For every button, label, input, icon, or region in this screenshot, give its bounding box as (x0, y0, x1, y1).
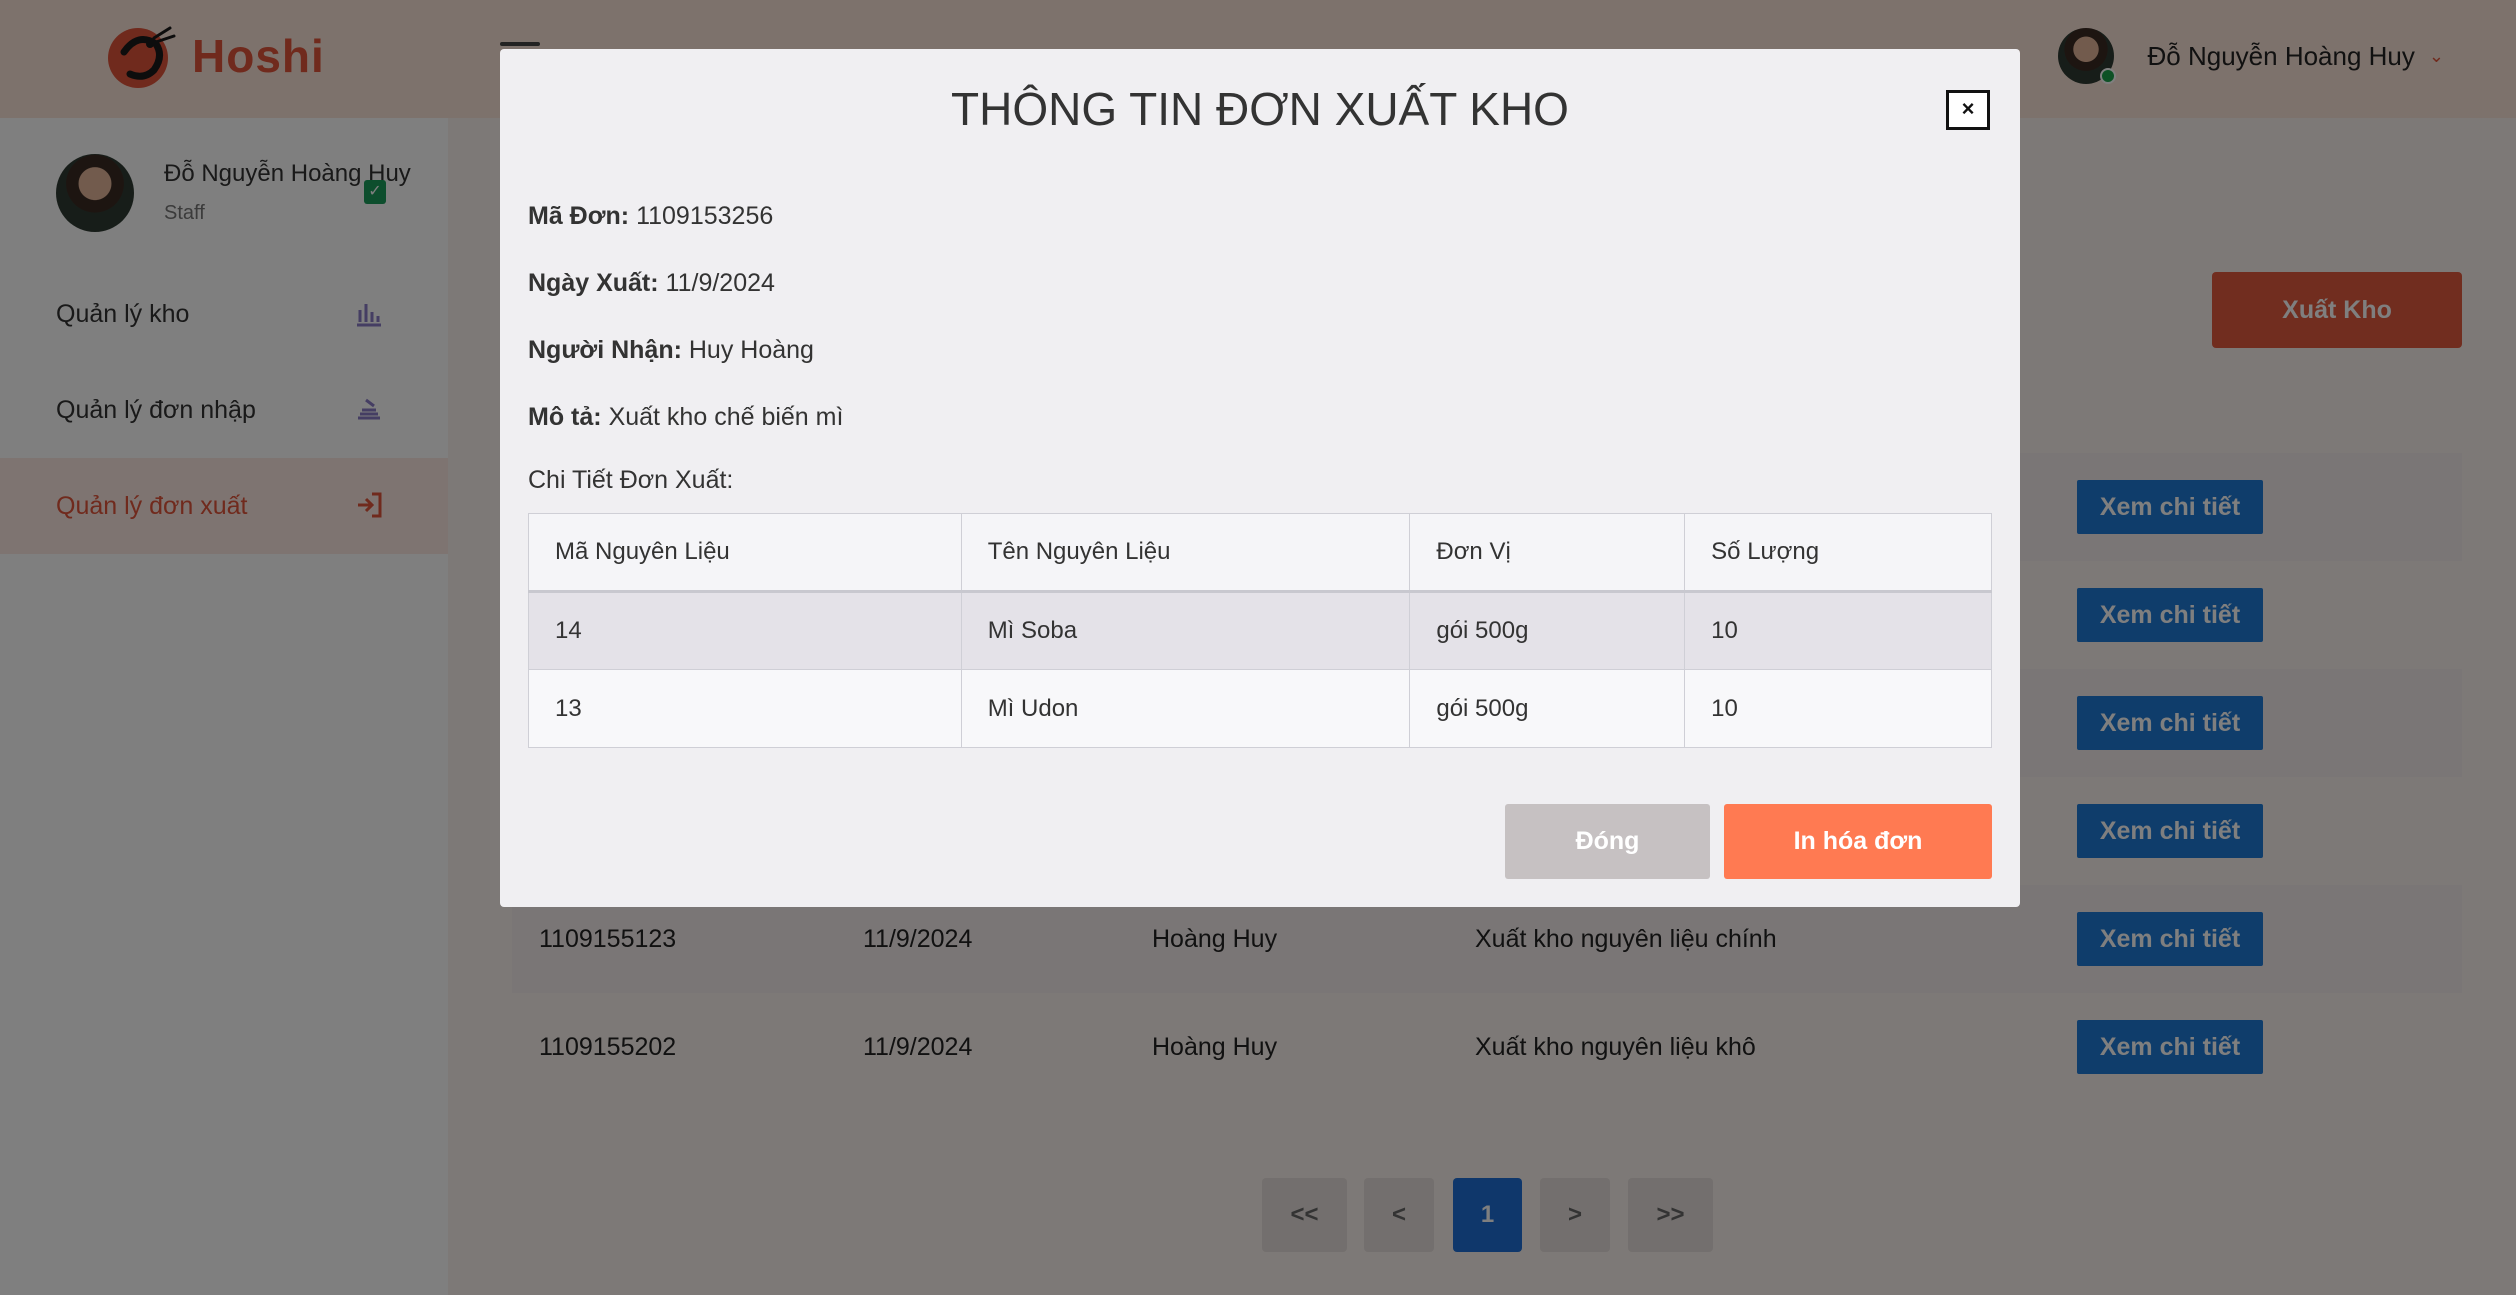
field-value: Xuất kho chế biến mì (608, 403, 844, 431)
table-cell: Mì Udon (960, 669, 1411, 748)
table-row: 13 Mì Udon gói 500g 10 (528, 669, 1992, 748)
table-cell: gói 500g (1409, 591, 1686, 670)
table-cell: 10 (1684, 591, 1992, 670)
table-header-row: Mã Nguyên Liệu Tên Nguyên Liệu Đơn Vị Số… (528, 513, 1992, 593)
export-order-modal: THÔNG TIN ĐƠN XUẤT KHO × Mã Đơn: 1109153… (500, 49, 2020, 907)
field-value: Huy Hoàng (688, 336, 814, 364)
table-row: 14 Mì Soba gói 500g 10 (528, 591, 1992, 670)
field-label: Mã Đơn: (528, 202, 630, 230)
column-header: Đơn Vị (1409, 513, 1686, 593)
close-button[interactable]: Đóng (1505, 804, 1710, 879)
field-label: Ngày Xuất: (528, 269, 659, 297)
detail-section-label: Chi Tiết Đơn Xuất: (528, 466, 734, 494)
column-header: Tên Nguyên Liệu (960, 513, 1411, 593)
table-cell: gói 500g (1409, 669, 1686, 748)
close-icon[interactable]: × (1946, 90, 1990, 130)
field-label: Người Nhận: (528, 336, 682, 364)
table-cell: 13 (528, 669, 962, 748)
column-header: Mã Nguyên Liệu (528, 513, 962, 593)
modal-title: THÔNG TIN ĐƠN XUẤT KHO (951, 83, 1569, 135)
column-header: Số Lượng (1684, 513, 1992, 593)
field-value: 11/9/2024 (665, 269, 775, 297)
table-cell: Mì Soba (960, 591, 1411, 670)
print-invoice-button[interactable]: In hóa đơn (1724, 804, 1992, 879)
table-cell: 10 (1684, 669, 1992, 748)
field-label: Mô tả: (528, 403, 602, 431)
table-cell: 14 (528, 591, 962, 670)
field-order-code: Mã Đơn: 1109153256 (528, 202, 773, 231)
field-value: 1109153256 (636, 202, 774, 230)
field-export-date: Ngày Xuất: 11/9/2024 (528, 269, 775, 298)
field-receiver: Người Nhận: Huy Hoàng (528, 336, 814, 365)
field-description: Mô tả: Xuất kho chế biến mì (528, 403, 843, 432)
items-table: Mã Nguyên Liệu Tên Nguyên Liệu Đơn Vị Số… (528, 513, 1992, 748)
